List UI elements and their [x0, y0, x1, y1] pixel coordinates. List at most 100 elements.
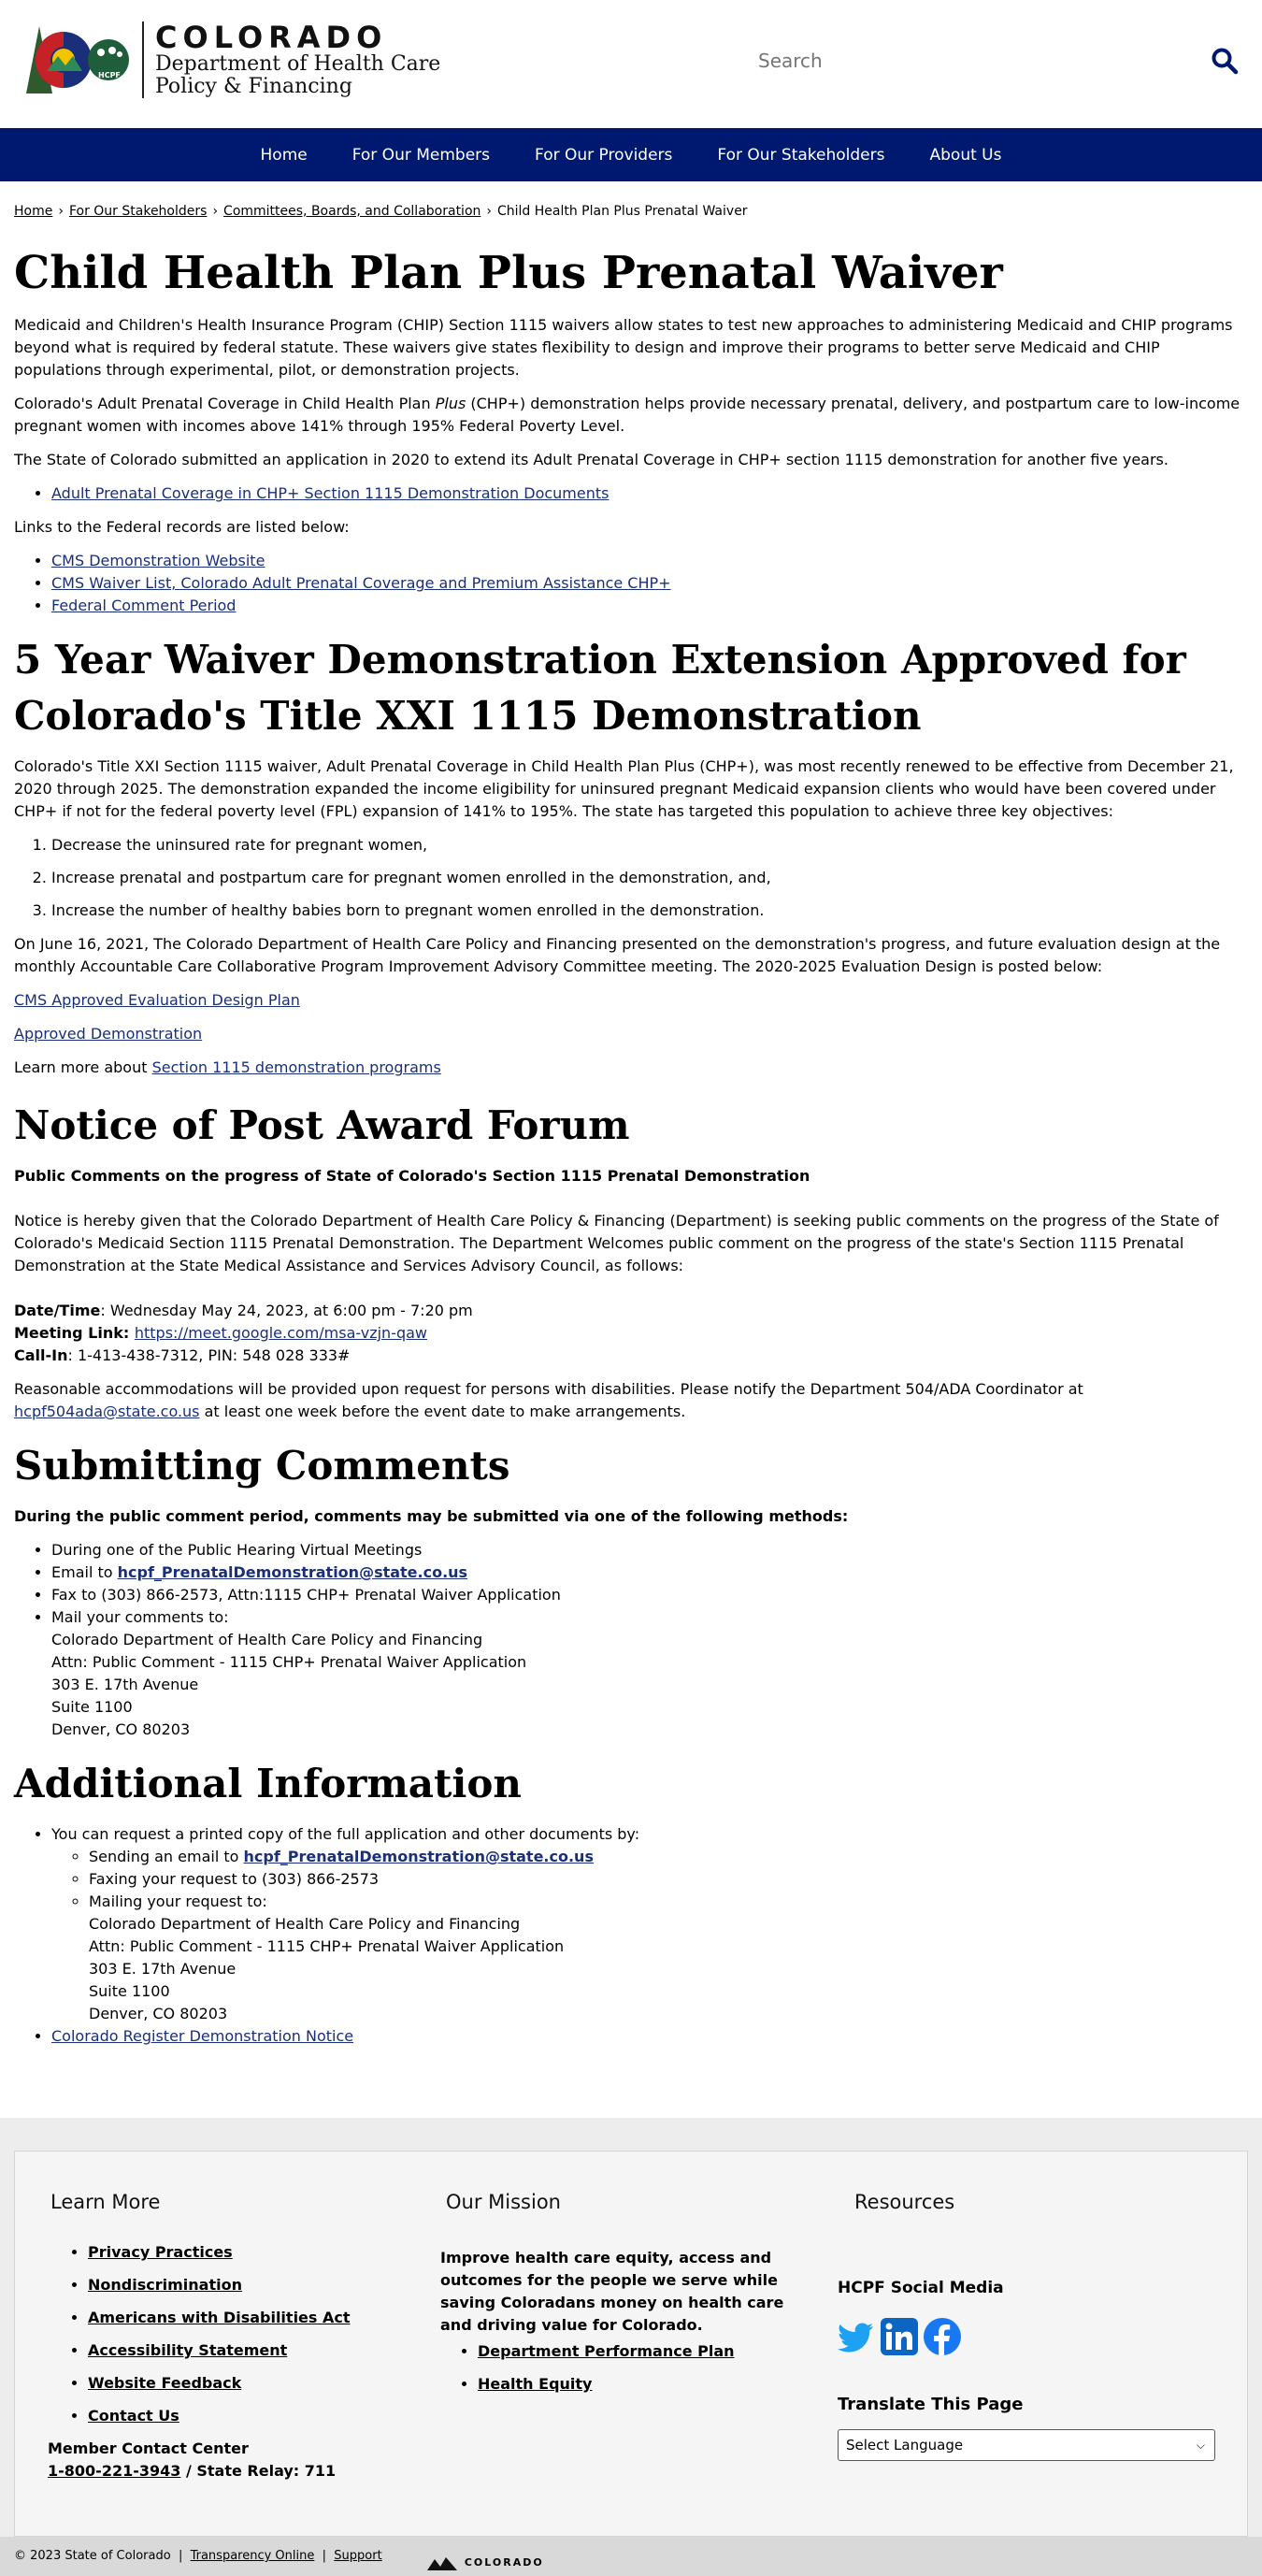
- search-icon[interactable]: [1211, 47, 1239, 75]
- section-1115-programs-link[interactable]: Section 1115 demonstration programs: [152, 1058, 441, 1076]
- nav-home[interactable]: Home: [238, 144, 330, 166]
- contact-us-link[interactable]: Contact Us: [88, 2407, 179, 2425]
- site-logo[interactable]: HCPF COLORADO Department of Health Care …: [26, 19, 440, 101]
- forum-meeting-link: Meeting Link: https://meet.google.com/ms…: [14, 1322, 1248, 1345]
- site-footer: Learn More Privacy Practices Nondiscrimi…: [14, 2151, 1248, 2537]
- intro-paragraph-2: Colorado's Adult Prenatal Coverage in Ch…: [14, 393, 1248, 438]
- mission-text: Improve health care equity, access and o…: [440, 2249, 784, 2334]
- breadcrumb-committees[interactable]: Committees, Boards, and Collaboration: [223, 204, 480, 219]
- learn-more-paragraph: Learn more about Section 1115 demonstrat…: [14, 1057, 1248, 1079]
- request-methods-list: Sending an email to hcpf_PrenatalDemonst…: [89, 1846, 1248, 2025]
- ada-email-link[interactable]: hcpf504ada@state.co.us: [14, 1403, 200, 1420]
- nondiscrimination-link[interactable]: Nondiscrimination: [88, 2276, 242, 2294]
- linkedin-icon[interactable]: [881, 2318, 918, 2362]
- address-line: Suite 1100: [51, 1698, 133, 1716]
- website-feedback-link[interactable]: Website Feedback: [88, 2374, 241, 2392]
- forum-details: Date/Time: Wednesday May 24, 2023, at 6:…: [14, 1300, 1248, 1367]
- objective-item: Decrease the uninsured rate for pregnant…: [51, 834, 1248, 856]
- contact-phone-link[interactable]: 1-800-221-3943: [48, 2462, 180, 2480]
- logo-divider: [142, 22, 144, 98]
- social-icons: [838, 2318, 1230, 2362]
- site-header: HCPF COLORADO Department of Health Care …: [0, 0, 1262, 128]
- intro-p2-italic: Plus: [435, 395, 466, 412]
- ada-link[interactable]: Americans with Disabilities Act: [88, 2309, 351, 2326]
- list-item: Email to hcpf_PrenatalDemonstration@stat…: [51, 1561, 1248, 1584]
- address-line: 303 E. 17th Avenue: [51, 1676, 199, 1693]
- federal-records-intro: Links to the Federal records are listed …: [14, 518, 350, 536]
- forum-callin: Call-In: 1-413-438-7312, PIN: 548 028 33…: [14, 1345, 1248, 1367]
- extension-paragraph-2: On June 16, 2021, The Colorado Departmen…: [14, 935, 1221, 975]
- list-item: CMS Demonstration Website: [51, 550, 1248, 572]
- nav-for-our-members[interactable]: For Our Members: [330, 144, 512, 166]
- demonstration-documents-link[interactable]: Adult Prenatal Coverage in CHP+ Section …: [51, 484, 609, 502]
- transparency-online-link[interactable]: Transparency Online: [191, 2549, 315, 2563]
- search-box: [743, 37, 1239, 84]
- list-item: During one of the Public Hearing Virtual…: [51, 1539, 1248, 1561]
- address-line: Attn: Public Comment - 1115 CHP+ Prenata…: [89, 1937, 565, 1955]
- cms-demonstration-website-link[interactable]: CMS Demonstration Website: [51, 552, 265, 569]
- list-item: Colorado Register Demonstration Notice: [51, 2025, 1248, 2048]
- copyright-text: © 2023 State of Colorado: [14, 2549, 171, 2563]
- meeting-link-colon: :: [122, 1324, 135, 1342]
- forum-subheading: Public Comments on the progress of State…: [14, 1167, 810, 1185]
- callin-label: Call-In: [14, 1346, 68, 1364]
- search-input[interactable]: [743, 37, 1239, 84]
- federal-comment-period-link[interactable]: Federal Comment Period: [51, 597, 236, 614]
- doc-link-list: Adult Prenatal Coverage in CHP+ Section …: [51, 482, 1248, 505]
- request-copy-text: You can request a printed copy of the fu…: [51, 1825, 640, 1843]
- intro-paragraph-1: Medicaid and Children's Health Insurance…: [14, 316, 1233, 379]
- nav-for-our-providers[interactable]: For Our Providers: [512, 144, 695, 166]
- accessibility-statement-link[interactable]: Accessibility Statement: [88, 2341, 287, 2359]
- federal-links-list: CMS Demonstration Website CMS Waiver Lis…: [51, 550, 1248, 617]
- twitter-icon[interactable]: [838, 2318, 875, 2362]
- health-equity-link[interactable]: Health Equity: [478, 2375, 592, 2393]
- breadcrumb-home[interactable]: Home: [14, 204, 52, 219]
- accommodations-paragraph: Reasonable accommodations will be provid…: [14, 1378, 1248, 1423]
- list-item: CMS Waiver List, Colorado Adult Prenatal…: [51, 572, 1248, 595]
- footer-resources-heading: Resources: [854, 2191, 955, 2213]
- approved-demonstration-link[interactable]: Approved Demonstration: [14, 1025, 202, 1043]
- bottom-separator: |: [318, 2549, 335, 2563]
- breadcrumb-separator: ›: [212, 204, 219, 219]
- footer-learn-more-list: Privacy Practices Nondiscrimination Amer…: [88, 2241, 424, 2427]
- breadcrumb-current: Child Health Plan Plus Prenatal Waiver: [497, 204, 748, 219]
- bottom-colorado-logo: COLORADO: [425, 2552, 544, 2574]
- additional-heading: Additional Information: [14, 1761, 522, 1806]
- cms-waiver-list-link[interactable]: CMS Waiver List, Colorado Adult Prenatal…: [51, 574, 671, 592]
- evaluation-link-paragraph: CMS Approved Evaluation Design Plan: [14, 989, 1248, 1012]
- list-item: Sending an email to hcpf_PrenatalDemonst…: [89, 1846, 1248, 1868]
- prenatal-demo-email-link[interactable]: hcpf_PrenatalDemonstration@state.co.us: [118, 1563, 467, 1581]
- meeting-link-label: Meeting Link: [14, 1324, 123, 1342]
- breadcrumb-for-our-stakeholders[interactable]: For Our Stakeholders: [69, 204, 207, 219]
- department-performance-plan-link[interactable]: Department Performance Plan: [478, 2342, 735, 2360]
- nav-about-us[interactable]: About Us: [908, 144, 1025, 166]
- colorado-register-notice-link[interactable]: Colorado Register Demonstration Notice: [51, 2027, 353, 2045]
- intro-p2-text-a: Colorado's Adult Prenatal Coverage in Ch…: [14, 395, 436, 412]
- submitting-intro: During the public comment period, commen…: [14, 1507, 849, 1525]
- google-meet-link[interactable]: https://meet.google.com/msa-vzjn-qaw: [135, 1324, 427, 1342]
- language-select[interactable]: Select Language ⌵: [838, 2429, 1215, 2461]
- mailing-request-text: Mailing your request to:: [89, 1892, 267, 1910]
- bottom-separator: |: [174, 2549, 191, 2563]
- list-item: Privacy Practices: [88, 2241, 424, 2264]
- list-item: Health Equity: [478, 2373, 814, 2396]
- cms-approved-evaluation-link[interactable]: CMS Approved Evaluation Design Plan: [14, 991, 300, 1009]
- translate-heading: Translate This Page: [838, 2395, 1024, 2414]
- nav-for-our-stakeholders[interactable]: For Our Stakeholders: [695, 144, 907, 166]
- list-item: Federal Comment Period: [51, 595, 1248, 617]
- footer-mission-heading: Our Mission: [446, 2191, 561, 2213]
- chevron-down-icon: ⌵: [1196, 2439, 1205, 2452]
- request-email-link[interactable]: hcpf_PrenatalDemonstration@state.co.us: [244, 1848, 594, 1865]
- member-contact-center: Member Contact Center 1-800-221-3943 / S…: [48, 2438, 424, 2482]
- colorado-hcpf-logo-icon: [26, 26, 129, 94]
- intro-paragraph-3: The State of Colorado submitted an appli…: [14, 451, 1169, 468]
- support-link[interactable]: Support: [334, 2549, 381, 2563]
- privacy-practices-link[interactable]: Privacy Practices: [88, 2243, 233, 2261]
- list-item: Adult Prenatal Coverage in CHP+ Section …: [51, 482, 1248, 505]
- list-item: Mail your comments to: Colorado Departme…: [51, 1606, 1248, 1741]
- address-line: Denver, CO 80203: [89, 2005, 228, 2022]
- contact-phone-line: 1-800-221-3943 / State Relay: 711: [48, 2460, 424, 2482]
- objective-item: Increase prenatal and postpartum care fo…: [51, 867, 1248, 889]
- callin-value: : 1-413-438-7312, PIN: 548 028 333#: [67, 1346, 351, 1364]
- facebook-icon[interactable]: [924, 2318, 961, 2362]
